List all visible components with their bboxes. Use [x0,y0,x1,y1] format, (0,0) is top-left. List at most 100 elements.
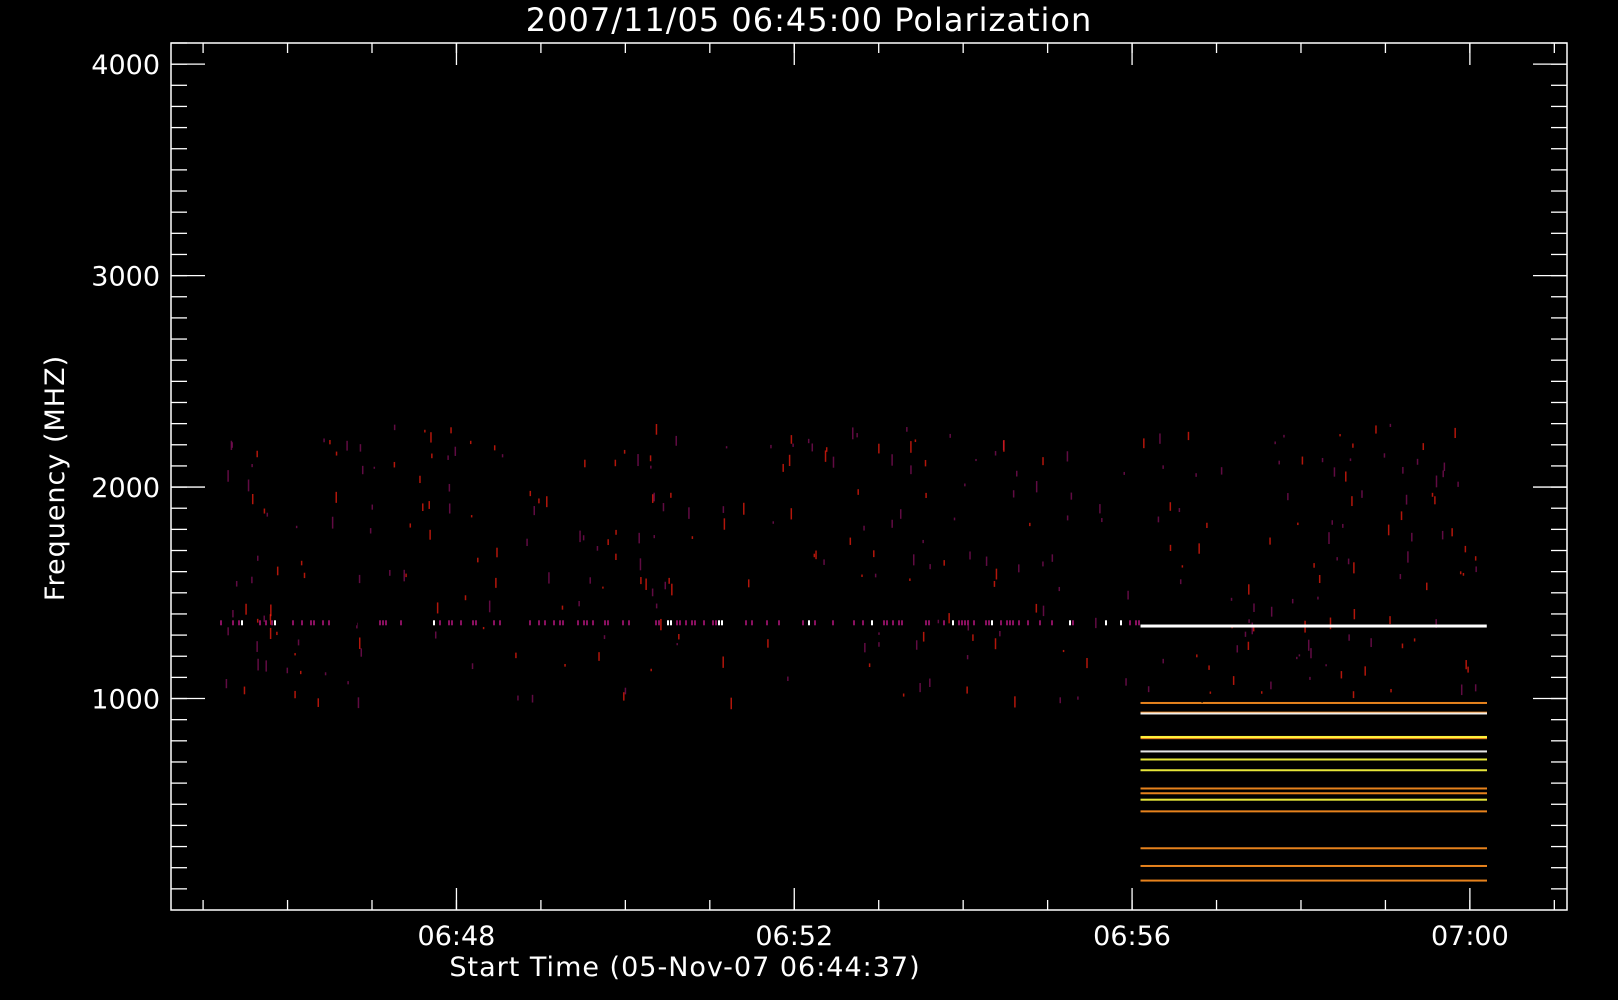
heatmap-line-1380 [343,620,345,626]
heatmap-line-1380 [772,620,774,626]
heatmap-speck [1245,566,1248,576]
heatmap-line-1380 [730,620,732,626]
heatmap-speck [1228,671,1231,674]
heatmap-speck [864,642,866,653]
heatmap-speck [1065,467,1068,470]
heatmap-speck [548,572,550,584]
heatmap-speck [1297,522,1299,526]
heatmap-speck [614,459,617,467]
heatmap-line-1380 [673,620,675,626]
heatmap-line-1380 [985,620,987,626]
heatmap-speck [1353,609,1356,620]
heatmap-speck [369,528,372,534]
heatmap-speck [725,568,727,578]
heatmap-speck [1288,519,1290,525]
heatmap-speck [994,451,997,456]
heatmap-line-1380 [679,620,681,626]
heatmap-speck [1411,532,1413,542]
heatmap-line-1380 [301,620,303,626]
heatmap-speck [1162,658,1164,664]
heatmap-speck [824,450,827,462]
heatmap-line-1380 [712,620,714,626]
heatmap-speck [654,664,656,672]
heatmap-speck [1058,586,1061,592]
heatmap-speck [517,695,519,701]
heatmap-line-1380 [247,620,249,626]
heatmap-speck [1474,684,1477,692]
heatmap-late-stripe [1140,798,1487,801]
heatmap-line-1380 [754,620,756,626]
heatmap-speck [1464,545,1467,553]
heatmap-line-1380 [814,620,816,626]
heatmap-line-1380 [691,620,693,626]
heatmap-line-1380 [745,620,747,626]
heatmap-line-1380 [1042,620,1044,626]
heatmap-speck [1209,691,1212,694]
heatmap-line-1380 [685,620,687,626]
heatmap-line-1380 [475,620,477,626]
heatmap-line-1380 [379,620,381,626]
heatmap-speck [922,631,925,642]
heatmap-line-1380 [577,620,579,626]
heatmap-line-1380 [1045,620,1047,626]
heatmap-speck [1006,644,1008,648]
heatmap-line-1380 [676,620,678,626]
heatmap-speck [1451,528,1453,537]
heatmap-speck [276,566,279,576]
heatmap-line-1380 [412,620,414,626]
heatmap-line-1380 [697,620,699,626]
heatmap-line-1380 [280,620,282,626]
heatmap-line-1380 [508,620,510,626]
heatmap-speck [650,465,652,469]
heatmap-speck [561,605,564,610]
heatmap-speck [297,639,300,646]
heatmap-late-stripe [1140,819,1487,822]
heatmap-speck [856,433,858,438]
heatmap-line-1380 [253,620,255,626]
heatmap-speck [1475,566,1477,573]
heatmap-line-1380 [259,620,261,626]
heatmap-speck [662,503,665,512]
heatmap-late-stripe [1140,736,1487,739]
heatmap-speck [1157,516,1160,523]
heatmap-line-1380 [1012,620,1014,626]
heatmap-speck [257,555,259,561]
heatmap-speck [1321,457,1324,463]
heatmap-speck [929,678,931,687]
heatmap-speck [1375,425,1377,434]
heatmap-speck [598,652,600,661]
heatmap-speck [266,562,268,573]
heatmap-speck [834,466,837,471]
heatmap-speck [1400,511,1403,521]
heatmap-speck [357,697,360,709]
heatmap-line-1380 [994,620,996,626]
heatmap-speck [266,512,269,517]
heatmap-speck [1318,574,1321,584]
heatmap-speck [527,590,529,597]
heatmap-line-1380 [907,620,909,626]
heatmap-speck [1395,458,1397,469]
heatmap-speck [1251,622,1254,635]
heatmap-speck [1104,543,1106,553]
heatmap-line-1380 [364,620,366,626]
heatmap-speck [609,661,611,666]
heatmap-speck [482,626,485,630]
heatmap-speck [368,460,370,466]
heatmap-speck [1187,431,1190,441]
heatmap-speck [972,634,974,641]
heatmap-speck [323,438,325,443]
heatmap-speck [335,491,337,503]
heatmap-speck [1253,603,1255,612]
heatmap-speck [1006,498,1009,507]
heatmap-speck [1416,458,1419,465]
heatmap-speck [1230,597,1233,601]
heatmap-speck [910,441,912,453]
heatmap-speck [1361,490,1363,498]
heatmap-speck [1035,481,1038,493]
heatmap-speck [820,587,823,600]
heatmap-line-1380 [871,620,873,626]
heatmap-speck [825,447,828,452]
heatmap-speck [939,541,942,550]
heatmap-speck [429,601,432,612]
heatmap-speck [1042,605,1045,617]
